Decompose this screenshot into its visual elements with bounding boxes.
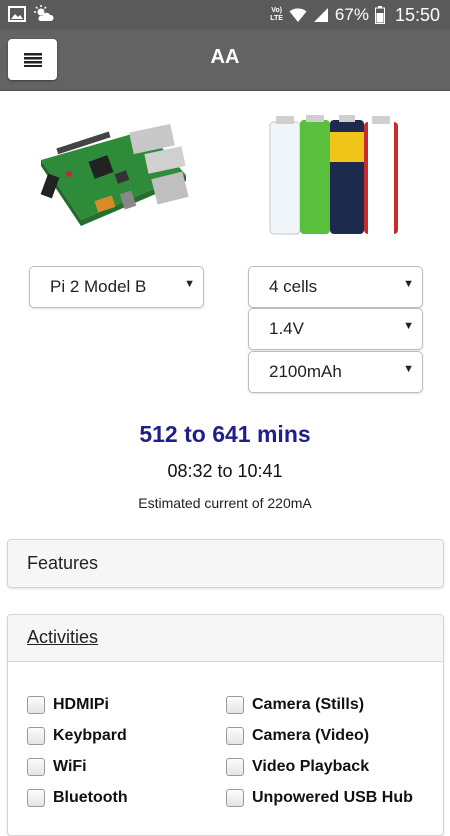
status-bar: Vo) LTE 67% 15:50 <box>0 0 450 30</box>
checkbox[interactable] <box>226 727 244 745</box>
activities-panel: Activities HDMIPi Keybpard WiFi Bluetoot… <box>7 614 444 836</box>
model-select[interactable]: Pi 2 Model B ▼ <box>29 266 204 308</box>
estimated-current: Estimated current of 220mA <box>138 495 312 511</box>
dropdown-arrow-icon: ▼ <box>403 363 414 375</box>
activity-checkbox-keyboard[interactable]: Keybpard <box>27 727 127 745</box>
weather-icon <box>34 5 54 21</box>
battery-percent: 67% <box>334 5 369 24</box>
activities-title[interactable]: Activities <box>27 627 98 648</box>
signal-icon <box>313 8 328 22</box>
app-bar: AA <box>0 30 450 91</box>
checkbox[interactable] <box>27 727 45 745</box>
network-type: Vo) LTE <box>270 7 283 22</box>
notification-icons <box>8 5 54 23</box>
checkbox[interactable] <box>226 789 244 807</box>
features-panel[interactable]: Features <box>7 539 444 588</box>
runtime-minutes: 512 to 641 mins <box>139 421 311 447</box>
wifi-icon <box>289 8 307 22</box>
checkbox[interactable] <box>226 696 244 714</box>
activity-checkbox-camera-video[interactable]: Camera (Video) <box>226 727 369 745</box>
checkbox[interactable] <box>27 758 45 776</box>
activity-checkbox-bluetooth[interactable]: Bluetooth <box>27 789 128 807</box>
cells-select[interactable]: 4 cells ▼ <box>248 266 423 308</box>
checkbox[interactable] <box>27 789 45 807</box>
status-icons: Vo) LTE 67% 15:50 <box>270 0 440 30</box>
checkbox[interactable] <box>27 696 45 714</box>
activity-checkbox-camera-stills[interactable]: Camera (Stills) <box>226 696 364 714</box>
dropdown-arrow-icon: ▼ <box>403 278 414 290</box>
checkbox[interactable] <box>226 758 244 776</box>
raspberry-pi-board-image <box>40 123 189 226</box>
dropdown-arrow-icon: ▼ <box>403 320 414 332</box>
page-title: AA <box>210 46 240 68</box>
activity-checkbox-wifi[interactable]: WiFi <box>27 758 87 776</box>
clock: 15:50 <box>394 4 440 25</box>
features-title: Features <box>27 553 99 573</box>
activity-checkbox-hdmipi[interactable]: HDMIPi <box>27 696 109 714</box>
dropdown-arrow-icon: ▼ <box>184 278 195 290</box>
gallery-icon <box>8 6 26 22</box>
activities-header: Activities <box>8 615 443 662</box>
activity-checkbox-usb-hub[interactable]: Unpowered USB Hub <box>226 789 413 807</box>
runtime-hours: 08:32 to 10:41 <box>167 461 283 481</box>
capacity-select[interactable]: 2100mAh ▼ <box>248 351 423 393</box>
voltage-select[interactable]: 1.4V ▼ <box>248 308 423 350</box>
battery-icon <box>374 6 385 24</box>
activity-checkbox-video-playback[interactable]: Video Playback <box>226 758 369 776</box>
aa-batteries-image <box>269 115 398 235</box>
